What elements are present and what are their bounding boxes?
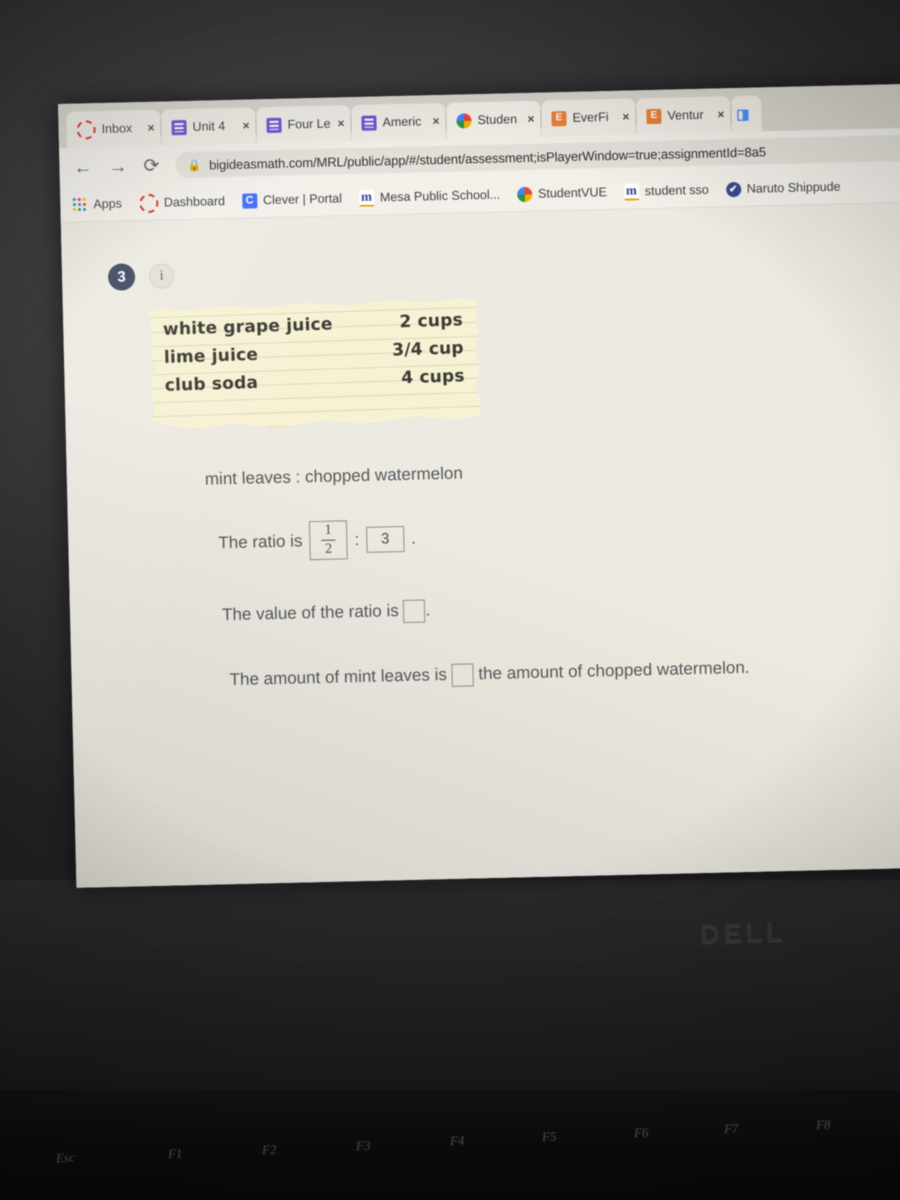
browser-tab-studen[interactable]: Studen × [446, 100, 541, 139]
ratio-fraction-input[interactable]: 1 2 [308, 520, 348, 561]
apps-grid-icon [72, 196, 88, 213]
value-sentence-period: . [425, 600, 431, 620]
recipe-amount: 2 cups [399, 310, 464, 333]
ratio-answer-row: The ratio is 1 2 : 3 . [218, 506, 900, 562]
tab-title: Four Le [287, 116, 331, 132]
fraction-numerator: 1 [324, 522, 332, 538]
recipe-amount: 3/4 cup [391, 338, 465, 361]
ratio-sentence-prefix: The ratio is [218, 530, 303, 552]
browser-tab-ventur[interactable]: E Ventur × [636, 96, 731, 135]
browser-tab-inbox[interactable]: Inbox × [66, 109, 162, 148]
bookmark-naruto-shippuden[interactable]: ✔ Naruto Shippude [725, 179, 841, 197]
ratio-label: mint leaves : chopped watermelon [204, 463, 464, 489]
browser-tab-unit4[interactable]: Unit 4 × [161, 107, 256, 146]
bookmark-clever-portal[interactable]: C Clever | Portal [241, 191, 343, 209]
tab-close-icon[interactable]: × [432, 114, 439, 128]
address-bar-url: bigideasmath.com/MRL/public/app/#/studen… [208, 143, 767, 172]
laptop-screen: Inbox × Unit 4 × Four Le × Americ × Stud… [58, 83, 900, 888]
forward-icon[interactable]: → [108, 156, 127, 177]
value-of-ratio-input[interactable] [403, 599, 426, 623]
tab-close-icon[interactable]: × [717, 107, 724, 121]
key-f5[interactable]: F5 [542, 1129, 557, 1146]
dashboard-icon [138, 193, 159, 213]
microsoft-icon: ◨ [736, 105, 750, 123]
mesa-icon: m [358, 189, 375, 207]
value-sentence-prefix: The value of the ratio is [221, 601, 399, 625]
key-f6[interactable]: F6 [634, 1125, 649, 1142]
tab-title: Americ [382, 114, 422, 130]
info-icon[interactable]: i [148, 263, 175, 289]
naruto-icon: ✔ [725, 181, 741, 197]
tab-title: Unit 4 [192, 119, 226, 134]
tab-close-icon[interactable]: × [622, 110, 629, 124]
tab-close-icon[interactable]: × [147, 121, 154, 135]
browser-tab-partial[interactable]: ◨ [731, 95, 762, 133]
key-f7[interactable]: F7 [724, 1121, 739, 1138]
tab-title: EverFi [572, 110, 609, 125]
bookmark-label: Mesa Public School... [379, 187, 501, 205]
tab-close-icon[interactable]: × [337, 116, 344, 130]
compare-input[interactable] [451, 663, 474, 687]
ratio-colon: : [354, 529, 360, 549]
question-header: 3 i [107, 244, 900, 291]
fraction-bar [321, 539, 336, 541]
everfi-icon: E [551, 110, 567, 126]
recipe-amount: 4 cups [400, 366, 465, 389]
bookmark-studentvue[interactable]: StudentVUE [516, 185, 608, 202]
lock-icon: 🔒 [187, 159, 202, 172]
google-sheets-icon [171, 119, 187, 135]
bookmark-label: Apps [93, 196, 123, 212]
key-f8[interactable]: F8 [816, 1117, 831, 1134]
tab-close-icon[interactable]: × [527, 112, 534, 126]
dell-logo: DELL [699, 916, 787, 950]
key-f1[interactable]: F1 [168, 1146, 183, 1163]
compare-sentence-prefix: The amount of mint leaves is [229, 664, 448, 690]
value-answer-row: The value of the ratio is . [222, 587, 900, 627]
bookmark-dashboard[interactable]: Dashboard [138, 192, 226, 213]
bookmark-label: student sso [644, 182, 709, 199]
assessment-page: 3 i white grape juice 2 cups lime juice … [60, 202, 900, 888]
bookmark-label: StudentVUE [537, 185, 608, 201]
bookmark-label: Naruto Shippude [746, 179, 841, 196]
reload-icon[interactable]: ⟳ [143, 155, 159, 176]
ratio-second-input[interactable]: 3 [365, 525, 405, 553]
bookmark-apps[interactable]: Apps [72, 196, 123, 213]
browser-tab-everfi[interactable]: E EverFi × [541, 98, 636, 137]
compare-answer-row: The amount of mint leaves is the amount … [229, 652, 900, 692]
google-sheets-icon [266, 117, 282, 133]
key-f3[interactable]: F3 [356, 1138, 371, 1155]
everfi-icon: E [646, 108, 662, 124]
browser-tab-four-le[interactable]: Four Le × [256, 105, 351, 144]
key-f2[interactable]: F2 [262, 1142, 277, 1159]
fraction-denominator: 2 [324, 541, 333, 557]
bookmark-label: Dashboard [163, 194, 226, 210]
back-icon[interactable]: ← [73, 157, 92, 178]
mesa-icon: m [623, 182, 640, 201]
question-number-badge: 3 [107, 263, 136, 291]
clever-icon: C [241, 192, 258, 209]
tab-close-icon[interactable]: × [242, 118, 249, 132]
recipe-note: white grape juice 2 cups lime juice 3/4 … [148, 295, 482, 433]
ratio-sentence-period: . [410, 528, 417, 548]
compare-sentence-suffix: the amount of chopped watermelon. [478, 657, 750, 684]
inbox-icon [76, 119, 96, 140]
tab-title: Inbox [101, 121, 133, 136]
tab-title: Studen [477, 112, 518, 128]
google-sheets-icon [361, 115, 377, 131]
recipe-ingredient: lime juice [163, 344, 259, 368]
recipe-ingredient: club soda [164, 372, 259, 396]
bookmark-student-sso[interactable]: m student sso [623, 181, 709, 201]
browser-tab-americ[interactable]: Americ × [351, 102, 446, 142]
tab-title: Ventur [667, 107, 704, 123]
bookmark-mesa-public-school[interactable]: m Mesa Public School... [358, 186, 501, 207]
key-f4[interactable]: F4 [450, 1133, 465, 1150]
key-esc[interactable]: Esc [56, 1149, 76, 1166]
student-icon [456, 112, 472, 129]
studentvue-icon [516, 186, 533, 202]
bookmark-label: Clever | Portal [262, 191, 343, 208]
